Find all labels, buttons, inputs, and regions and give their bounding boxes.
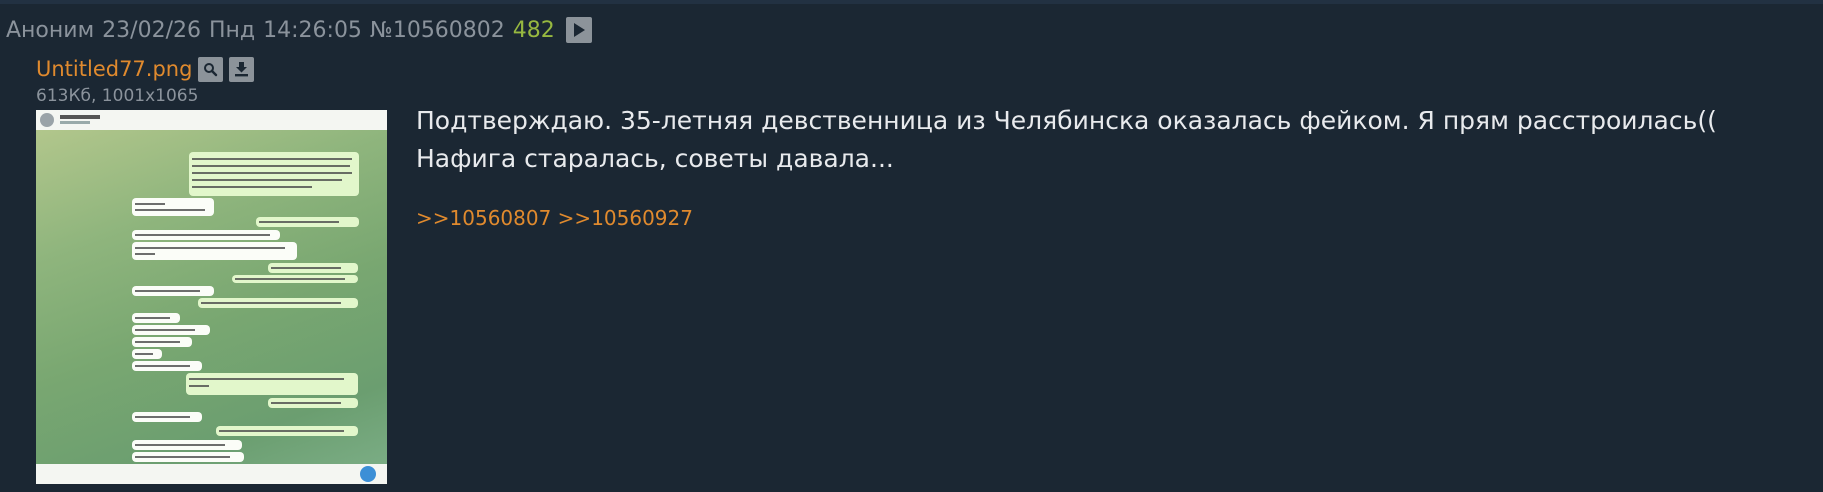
post-date: 23/02/26 <box>102 17 201 43</box>
download-icon[interactable] <box>229 56 255 82</box>
post-header: Аноним 23/02/26 Пнд 14:26:05 №10560802 4… <box>6 14 592 46</box>
post-number[interactable]: №10560802 <box>370 18 505 43</box>
top-divider <box>0 0 1823 4</box>
magnifier-icon[interactable] <box>198 56 224 82</box>
post-author: Аноним <box>6 17 95 43</box>
play-icon[interactable] <box>565 17 592 43</box>
file-meta: 613Кб, 1001x1065 <box>36 86 199 106</box>
image-thumbnail[interactable] <box>36 110 387 484</box>
reply-link[interactable]: >>10560927 <box>558 206 693 230</box>
post-weekday: Пнд <box>208 17 256 43</box>
post-time: 14:26:05 <box>263 17 362 43</box>
post-comment: Подтверждаю. 35-летняя девственница из Ч… <box>416 106 1717 173</box>
reply-link[interactable]: >>10560807 <box>416 206 551 230</box>
file-name-link[interactable]: Untitled77.png <box>36 57 192 81</box>
file-row: Untitled77.png <box>36 54 255 84</box>
replies: >>10560807 >>10560927 <box>416 206 693 230</box>
reply-count: 482 <box>512 17 555 43</box>
